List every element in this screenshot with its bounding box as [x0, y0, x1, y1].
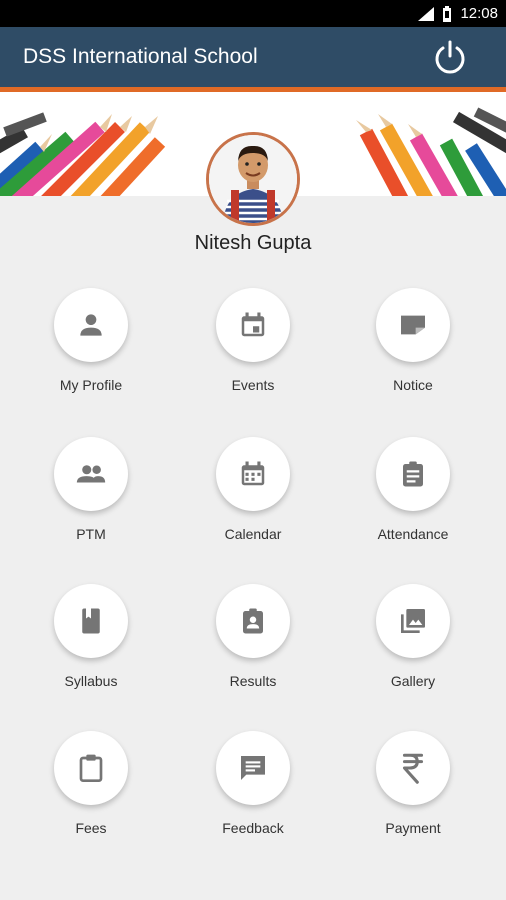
event-calendar-icon — [241, 312, 265, 337]
menu-item-circle — [54, 288, 128, 362]
menu-item-label: Gallery — [390, 673, 436, 689]
note-icon — [401, 315, 425, 335]
menu-item-circle — [216, 288, 290, 362]
clipboard-icon — [79, 754, 103, 782]
menu-item-gallery[interactable]: Gallery — [343, 584, 483, 704]
menu-item-events[interactable]: Events — [183, 288, 323, 408]
student-avatar — [206, 132, 300, 226]
group-icon — [76, 465, 106, 483]
book-icon — [82, 608, 100, 634]
menu-item-calendar[interactable]: Calendar — [183, 437, 323, 557]
menu-item-circle — [216, 731, 290, 805]
pencils-left-decoration — [0, 112, 166, 196]
menu-item-circle — [216, 584, 290, 658]
signal-icon — [418, 6, 435, 21]
menu-item-syllabus[interactable]: Syllabus — [21, 584, 161, 704]
menu-item-circle — [376, 288, 450, 362]
menu-item-payment[interactable]: Payment — [343, 731, 483, 851]
menu-item-label: Notice — [393, 377, 433, 393]
menu-item-label: Syllabus — [64, 673, 118, 689]
menu-item-ptm[interactable]: PTM — [21, 437, 161, 557]
photo-library-icon — [401, 609, 425, 633]
menu-item-circle — [54, 584, 128, 658]
menu-item-label: Results — [229, 673, 277, 689]
student-photo — [209, 135, 297, 223]
menu-item-label: Attendance — [377, 526, 449, 542]
menu-item-label: My Profile — [59, 377, 123, 393]
menu-item-circle — [216, 437, 290, 511]
app-bar: DSS International School — [0, 27, 506, 87]
menu-item-label: Payment — [385, 820, 441, 836]
menu-item-label: Fees — [75, 820, 107, 836]
pencils-right-decoration — [356, 107, 506, 196]
status-time: 12:08 — [460, 5, 498, 22]
person-icon — [80, 314, 102, 336]
clipboard-list-icon — [403, 461, 423, 487]
menu-item-notice[interactable]: Notice — [343, 288, 483, 408]
student-name: Nitesh Gupta — [194, 232, 312, 254]
calendar-icon — [241, 461, 265, 486]
menu-item-label: Calendar — [224, 526, 282, 542]
menu-item-circle — [376, 584, 450, 658]
menu-item-feedback[interactable]: Feedback — [183, 731, 323, 851]
menu-item-label: Events — [231, 377, 275, 393]
feedback-icon — [241, 756, 265, 780]
id-card-icon — [243, 608, 263, 634]
power-button[interactable] — [432, 39, 468, 75]
menu-item-my-profile[interactable]: My Profile — [21, 288, 161, 408]
menu-item-results[interactable]: Results — [183, 584, 323, 704]
menu-item-circle — [54, 731, 128, 805]
power-icon — [435, 40, 465, 74]
menu-item-label: PTM — [76, 526, 106, 542]
menu-item-attendance[interactable]: Attendance — [343, 437, 483, 557]
menu-item-circle — [376, 731, 450, 805]
menu-item-label: Feedback — [222, 820, 284, 836]
app-title: DSS International School — [23, 45, 258, 68]
menu-item-circle — [376, 437, 450, 511]
rupee-icon — [402, 753, 424, 784]
battery-icon — [442, 5, 452, 22]
menu-item-fees[interactable]: Fees — [21, 731, 161, 851]
menu-item-circle — [54, 437, 128, 511]
status-bar: 12:08 — [0, 0, 506, 27]
